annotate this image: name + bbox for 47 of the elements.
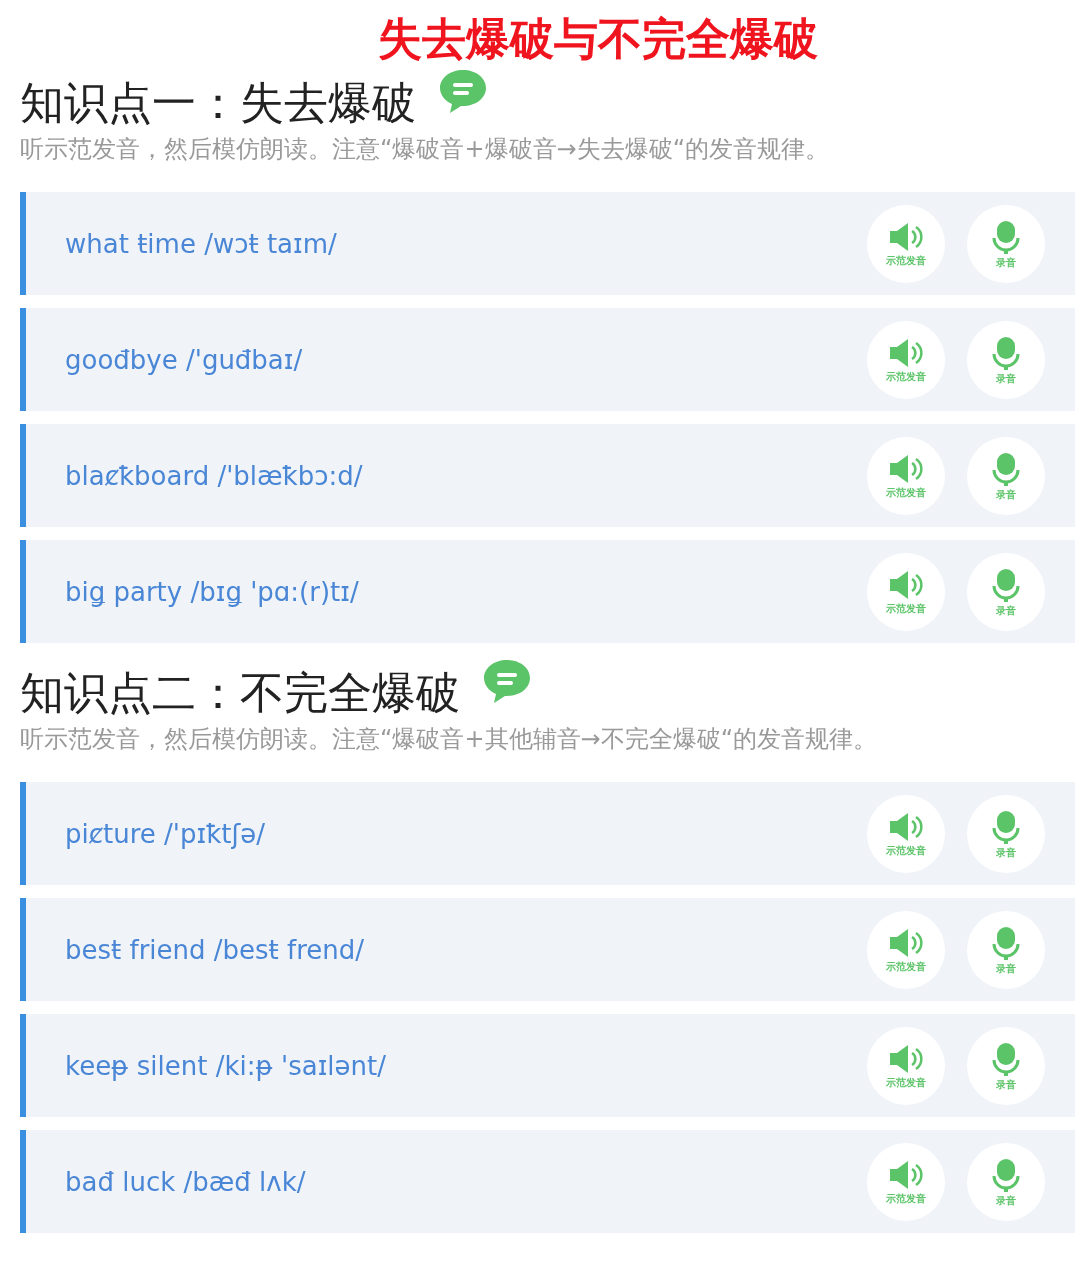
section-heading: 知识点二：不完全爆破 xyxy=(20,666,460,720)
speaker-icon xyxy=(888,221,924,252)
play-sample-button[interactable]: 示范发音 xyxy=(867,320,945,399)
speaker-icon xyxy=(888,1159,924,1190)
play-sample-button[interactable]: 示范发音 xyxy=(867,436,945,515)
phrase-text: goođbye /'guđbaɪ/ xyxy=(65,344,303,375)
phrase-text: what ŧime /wɔŧ taɪm/ xyxy=(65,228,337,259)
phrase-text: keeᵽ silent /ki:ᵽ 'saɪlənt/ xyxy=(65,1050,386,1081)
phrase-text: biǥ party /bɪǥ 'pɑ:(r)tɪ/ xyxy=(65,576,359,607)
record-button[interactable]: 录音 xyxy=(967,436,1045,515)
microphone-icon xyxy=(991,451,1021,486)
record-button[interactable]: 录音 xyxy=(967,1142,1045,1221)
play-sample-button[interactable]: 示范发音 xyxy=(867,552,945,631)
play-sample-button[interactable]: 示范发音 xyxy=(867,1142,945,1221)
section-heading: 知识点一：失去爆破 xyxy=(20,76,416,130)
record-button[interactable]: 录音 xyxy=(967,204,1045,283)
speaker-icon xyxy=(888,1043,924,1074)
speaker-icon xyxy=(888,337,924,368)
phrase-text: blaȼꝁboard /'blæꝁbɔ:d/ xyxy=(65,460,363,491)
instruction-text: 听示范发音，然后模仿朗读。注意“爆破音+爆破音→失去爆破“的发音规律。 xyxy=(20,134,831,165)
speaker-icon xyxy=(888,569,924,600)
microphone-icon xyxy=(991,925,1021,960)
play-sample-button[interactable]: 示范发音 xyxy=(867,204,945,283)
page-title: 失去爆破与不完全爆破 xyxy=(377,12,818,66)
speaker-icon xyxy=(888,927,924,958)
microphone-icon xyxy=(991,219,1021,254)
microphone-icon xyxy=(991,335,1021,370)
record-button[interactable]: 录音 xyxy=(967,320,1045,399)
play-sample-button[interactable]: 示范发音 xyxy=(867,794,945,873)
play-sample-button[interactable]: 示范发音 xyxy=(867,910,945,989)
microphone-icon xyxy=(991,1041,1021,1076)
record-button[interactable]: 录音 xyxy=(967,910,1045,989)
record-button[interactable]: 录音 xyxy=(967,794,1045,873)
microphone-icon xyxy=(991,567,1021,602)
instruction-text: 听示范发音，然后模仿朗读。注意“爆破音+其他辅音→不完全爆破“的发音规律。 xyxy=(20,724,879,755)
phrase-text: piȼture /'pɪꝁtʃə/ xyxy=(65,818,265,849)
speaker-icon xyxy=(888,811,924,842)
chat-bubble-icon[interactable] xyxy=(482,658,532,704)
play-sample-button[interactable]: 示范发音 xyxy=(867,1026,945,1105)
speaker-icon xyxy=(888,453,924,484)
record-button[interactable]: 录音 xyxy=(967,552,1045,631)
microphone-icon xyxy=(991,1157,1021,1192)
chat-bubble-icon[interactable] xyxy=(438,68,488,114)
phrase-text: besŧ friend /besŧ frend/ xyxy=(65,934,365,965)
record-button[interactable]: 录音 xyxy=(967,1026,1045,1105)
phrase-text: bađ luck /bæđ lʌk/ xyxy=(65,1166,306,1197)
microphone-icon xyxy=(991,809,1021,844)
